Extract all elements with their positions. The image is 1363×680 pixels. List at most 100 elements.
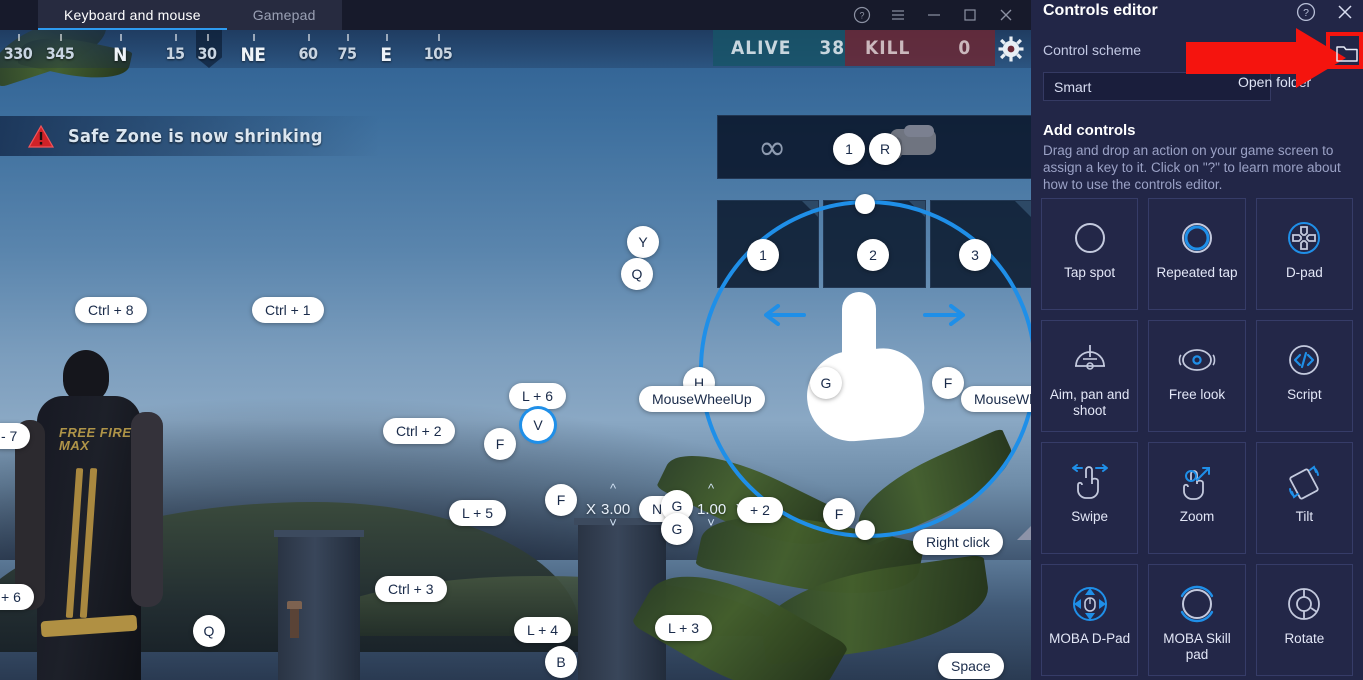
stepper-down-icon[interactable]: ˅ bbox=[602, 515, 624, 530]
control-tap-spot[interactable]: Tap spot bbox=[1041, 198, 1139, 310]
control-script[interactable]: Script bbox=[1255, 320, 1353, 432]
close-icon[interactable] bbox=[997, 6, 1015, 24]
key-bubble-ctrl-1[interactable]: Ctrl + 1 bbox=[252, 297, 324, 323]
key-bubble-label: G bbox=[820, 375, 832, 391]
stepper-up-icon[interactable]: ^ bbox=[700, 481, 722, 496]
key-bubble-mwup[interactable]: MouseWheelUp bbox=[639, 386, 765, 412]
tab-keyboard-and-mouse[interactable]: Keyboard and mouse bbox=[38, 0, 227, 30]
control-tilt[interactable]: Tilt bbox=[1255, 442, 1353, 554]
control-label: Free look bbox=[1168, 387, 1226, 402]
key-bubble-ctrl-3[interactable]: Ctrl + 3 bbox=[375, 576, 447, 602]
control-rotate[interactable]: Rotate bbox=[1255, 564, 1353, 676]
compass-tick bbox=[18, 34, 20, 41]
key-bubble-3[interactable]: 3 bbox=[959, 239, 991, 271]
compass-tick bbox=[438, 34, 440, 41]
key-bubble-2[interactable]: 2 bbox=[857, 239, 889, 271]
tab-bar: Keyboard and mouse Gamepad bbox=[38, 0, 342, 30]
player-character: FREE FIRE MAX bbox=[15, 350, 165, 680]
key-bubble-l2[interactable]: + 2 bbox=[737, 497, 783, 523]
key-bubble-b[interactable]: B˅ bbox=[545, 646, 577, 680]
folder-icon[interactable] bbox=[1336, 44, 1358, 62]
key-bubble-1[interactable]: 1 bbox=[747, 239, 779, 271]
maximize-icon[interactable] bbox=[961, 6, 979, 24]
kill-label: KILL bbox=[865, 37, 911, 59]
control-free-look[interactable]: Free look bbox=[1148, 320, 1246, 432]
compass-label: E bbox=[380, 44, 392, 66]
emulator-window: Keyboard and mouse Gamepad ? FREE FIRE M… bbox=[0, 0, 1031, 680]
stepper-down-icon[interactable]: ˅ bbox=[700, 515, 722, 530]
key-bubble-space[interactable]: Space bbox=[938, 653, 1004, 679]
key-bubble-label: F bbox=[495, 436, 505, 452]
key-bubble-label: V bbox=[533, 417, 543, 433]
close-icon[interactable] bbox=[1335, 2, 1355, 22]
key-bubble-label: 1 bbox=[845, 141, 853, 157]
key-bubble-f-aim[interactable]: F bbox=[932, 367, 964, 399]
controls-editor-panel: Controls editor ? Control scheme Smart A… bbox=[1031, 0, 1363, 680]
stepper-up-icon[interactable]: ^ bbox=[602, 481, 624, 496]
key-bubble-label: G bbox=[671, 498, 683, 514]
sensitivity-y-stepper[interactable]: ^ ˅ bbox=[700, 481, 722, 530]
key-bubble-label: R bbox=[879, 141, 891, 157]
control-aim-pan-shoot[interactable]: Aim, pan and shoot bbox=[1041, 320, 1139, 432]
key-bubble-l3[interactable]: L + 3 bbox=[655, 615, 713, 641]
control-label: MOBA D-Pad bbox=[1049, 631, 1131, 646]
key-bubble-ctrl-6[interactable]: + 6 bbox=[0, 584, 34, 610]
game-screen[interactable]: FREE FIRE MAX 330 345 N 15 30 NE 60 75 E 105 bbox=[0, 30, 1031, 680]
control-d-pad[interactable]: D-pad bbox=[1255, 198, 1353, 310]
menu-icon[interactable] bbox=[889, 6, 907, 24]
key-bubble-ctrl-2[interactable]: Ctrl + 2 bbox=[383, 418, 455, 444]
compass-label: NE bbox=[240, 44, 267, 66]
minimize-icon[interactable] bbox=[925, 6, 943, 24]
key-bubble-f-2[interactable]: F bbox=[545, 484, 577, 516]
key-bubble-v[interactable]: V bbox=[522, 409, 554, 441]
key-bubble-f-1[interactable]: F bbox=[484, 428, 516, 460]
key-bubble-label: MouseWheelDown bbox=[974, 391, 1031, 407]
key-bubble-1-top[interactable]: 1 bbox=[833, 133, 865, 165]
key-bubble-l4[interactable]: L + 4 bbox=[514, 617, 572, 643]
key-bubble-g-2[interactable]: G bbox=[661, 513, 693, 545]
compass-label: 60 bbox=[298, 44, 318, 63]
key-bubble-f-3[interactable]: F bbox=[823, 498, 855, 530]
key-bubble-y[interactable]: Y bbox=[627, 226, 659, 258]
compass-tick bbox=[308, 34, 310, 41]
key-bubble-label: + 6 bbox=[1, 589, 21, 605]
resize-grip[interactable] bbox=[1017, 526, 1031, 540]
control-zoom[interactable]: Zoom bbox=[1148, 442, 1246, 554]
key-bubble-q[interactable]: Q bbox=[193, 615, 225, 647]
key-bubble-l6[interactable]: L + 6 bbox=[509, 383, 567, 409]
control-moba-d-pad[interactable]: MOBA D-Pad bbox=[1041, 564, 1139, 676]
control-repeated-tap[interactable]: Repeated tap bbox=[1148, 198, 1246, 310]
aim-control-handle-top[interactable] bbox=[855, 194, 875, 214]
tab-label: Keyboard and mouse bbox=[64, 7, 201, 23]
swipe-hand-icon bbox=[1068, 459, 1112, 505]
key-bubble-label: 1 bbox=[759, 247, 767, 263]
player-head bbox=[63, 350, 109, 402]
key-bubble-label: F bbox=[943, 375, 953, 391]
key-bubble-rightclick[interactable]: Right click bbox=[913, 529, 1003, 555]
aim-control-handle-bottom[interactable] bbox=[855, 520, 875, 540]
key-bubble-r[interactable]: R bbox=[869, 133, 901, 165]
key-bubble-ctrl-8[interactable]: Ctrl + 8 bbox=[75, 297, 147, 323]
compass-label: 330 bbox=[3, 44, 33, 63]
compass-tick bbox=[207, 34, 209, 41]
control-moba-skill-pad[interactable]: MOBA Skill pad bbox=[1148, 564, 1246, 676]
safe-zone-alert: Safe Zone is now shrinking bbox=[0, 116, 380, 156]
lighthouse bbox=[287, 601, 302, 638]
tap-spot-icon bbox=[1070, 215, 1110, 261]
key-bubble-label: 2 bbox=[869, 247, 877, 263]
control-scheme-label: Control scheme bbox=[1043, 42, 1142, 58]
key-bubble-ctrl-7[interactable]: - 7 bbox=[0, 423, 31, 449]
key-bubble-g-aim[interactable]: G bbox=[810, 367, 842, 399]
question-circle-icon[interactable]: ? bbox=[1296, 2, 1316, 22]
control-swipe[interactable]: Swipe bbox=[1041, 442, 1139, 554]
help-icon[interactable]: ? bbox=[853, 6, 871, 24]
key-bubble-l5[interactable]: L + 5 bbox=[449, 500, 507, 526]
key-bubble-q-top[interactable]: Q bbox=[621, 258, 653, 290]
key-bubble-mwdown[interactable]: MouseWheelDown bbox=[961, 386, 1031, 412]
gear-icon[interactable] bbox=[998, 36, 1024, 62]
control-label: Repeated tap bbox=[1156, 265, 1238, 280]
key-bubble-label: Q bbox=[631, 266, 643, 282]
sensitivity-x-stepper[interactable]: ^ ˅ bbox=[602, 481, 624, 530]
compass-label: 30 bbox=[197, 44, 217, 63]
tab-gamepad[interactable]: Gamepad bbox=[227, 0, 342, 30]
